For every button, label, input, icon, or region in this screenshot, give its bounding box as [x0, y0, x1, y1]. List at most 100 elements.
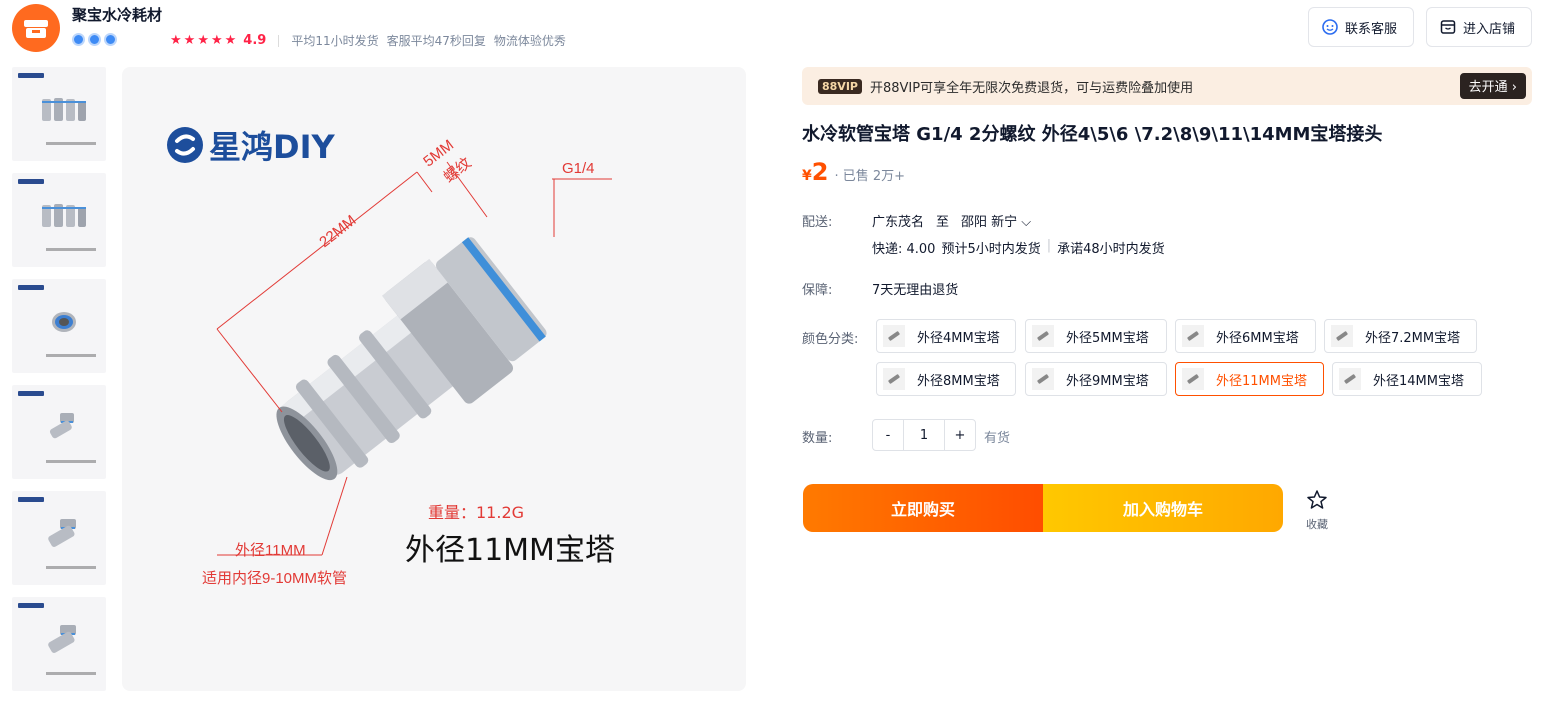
shop-header: 聚宝水冷耗材 ★ ★ ★ ★ ★ 4.9 平均11小时发货 客服平均47秒回复 …: [0, 0, 1546, 58]
ship-promise: 承诺48小时内发货: [1057, 242, 1165, 257]
shop-icon: [1440, 20, 1456, 34]
favorite-button[interactable]: 收藏: [1303, 488, 1331, 532]
sku-thumb: [1331, 325, 1353, 347]
enter-store-button[interactable]: 进入店铺: [1426, 7, 1532, 47]
purchase-actions: 立即购买 加入购物车: [803, 484, 1283, 532]
quantity-stepper: - 1 +: [872, 419, 976, 451]
shop-level-badges: [72, 33, 117, 46]
sku-option-selected[interactable]: 外径11MM宝塔: [1175, 362, 1324, 396]
shipping-route: 广东茂名 至 邵阳 新宁 ⌵: [872, 211, 1031, 230]
thumb-logo: [18, 497, 44, 502]
shipping-label: 配送:: [802, 215, 833, 230]
sku-option[interactable]: 外径14MM宝塔: [1332, 362, 1482, 396]
inner-diameter-label: 适用内径9-10MM软管: [202, 570, 348, 587]
sku-thumb: [1032, 325, 1054, 347]
sku-thumb: [1182, 325, 1204, 347]
quantity-label: 数量:: [802, 431, 833, 446]
sku-thumb: [883, 368, 905, 390]
sku-option[interactable]: 外径6MM宝塔: [1175, 319, 1316, 353]
vip-badge: 88VIP: [818, 78, 862, 94]
shop-name[interactable]: 聚宝水冷耗材: [72, 4, 162, 25]
thumbnail[interactable]: [12, 173, 106, 267]
thumbnail[interactable]: [12, 385, 106, 479]
ship-to-select[interactable]: 邵阳 新宁 ⌵: [961, 211, 1031, 230]
thumbnail[interactable]: [12, 67, 106, 161]
stat-service: 客服平均47秒回复: [386, 34, 486, 48]
sku-option[interactable]: 外径5MM宝塔: [1025, 319, 1167, 353]
star-outline-icon: [1307, 490, 1327, 509]
vip-banner: 88VIP 开88VIP可享全年无限次免费退货，可与运费险叠加使用 去开通 ›: [802, 67, 1532, 105]
sku-option-label: 外径11MM宝塔: [1216, 373, 1307, 389]
divider: [278, 34, 280, 47]
thumb-caption: [46, 354, 96, 357]
rating-score: 4.9: [243, 33, 267, 48]
sku-thumb: [1032, 368, 1054, 390]
thumbnail[interactable]: [12, 597, 106, 691]
add-to-cart-button[interactable]: 加入购物车: [1043, 484, 1283, 532]
quantity-decrease-button[interactable]: -: [873, 420, 903, 450]
thumb-caption: [46, 566, 96, 569]
main-product-image[interactable]: 星鸿DIY 22MM 5MM 螺纹 G1/4 外径11MM 适用内径9-10MM: [122, 67, 746, 691]
thread-type-label: G1/4: [562, 160, 595, 177]
sku-option-label: 外径8MM宝塔: [917, 373, 1000, 389]
sku-option[interactable]: 外径4MM宝塔: [876, 319, 1016, 353]
sku-option[interactable]: 外径8MM宝塔: [876, 362, 1016, 396]
shop-logo[interactable]: [12, 4, 60, 52]
price-currency: ¥: [802, 168, 812, 184]
thumbnail[interactable]: [12, 491, 106, 585]
contact-service-button[interactable]: 联系客服: [1308, 7, 1414, 47]
thumb-logo: [18, 391, 44, 396]
sold-count: · 已售 2万+: [834, 169, 906, 184]
stock-status: 有货: [984, 431, 1011, 446]
star-icon: ★: [210, 32, 223, 48]
thumb-caption: [46, 460, 96, 463]
thumb-caption: [46, 142, 96, 145]
star-icon: ★: [197, 32, 209, 48]
star-icon: ★: [170, 32, 182, 48]
sku-option-label: 外径9MM宝塔: [1066, 373, 1149, 389]
sku-option-label: 外径14MM宝塔: [1373, 373, 1464, 389]
vip-open-button[interactable]: 去开通 ›: [1459, 73, 1526, 99]
sku-thumb: [883, 325, 905, 347]
sku-label: 颜色分类:: [802, 332, 859, 347]
service-icon: [1322, 19, 1338, 35]
outer-diameter-label: 外径11MM: [235, 542, 306, 559]
star-icon: ★: [183, 32, 196, 48]
vip-text: 开88VIP可享全年无限次免费退货，可与运费险叠加使用: [869, 80, 1194, 96]
thumb-fittings-image: [42, 204, 86, 227]
price-value: 2: [811, 158, 829, 186]
ship-from: 广东茂名: [872, 215, 925, 230]
enter-store-label: 进入店铺: [1463, 21, 1516, 37]
sku-option[interactable]: 外径7.2MM宝塔: [1324, 319, 1477, 353]
stat-shipping: 平均11小时发货: [291, 34, 379, 48]
sku-option-label: 外径6MM宝塔: [1216, 330, 1299, 346]
sku-thumb: [1182, 368, 1204, 390]
thumb-fitting-image: [48, 625, 76, 653]
sku-thumb: [1339, 368, 1361, 390]
shipping-details: 快递: 4.00 预计5小时内发货 | 承诺48小时内发货: [872, 238, 1165, 257]
quantity-input[interactable]: 1: [903, 420, 945, 450]
product-title: 水冷软管宝塔 G1/4 2分螺纹 外径4\5\6 \7.2\8\9\11\14M…: [802, 124, 1383, 145]
thumb-caption: [46, 672, 96, 675]
stat-logistics: 物流体验优秀: [493, 34, 566, 48]
thumbnail[interactable]: [12, 279, 106, 373]
guarantee-label: 保障:: [802, 283, 833, 298]
contact-service-label: 联系客服: [1345, 21, 1398, 37]
sku-option[interactable]: 外径9MM宝塔: [1025, 362, 1167, 396]
ship-eta: 预计5小时内发货: [941, 242, 1041, 257]
level-badge-icon: [104, 33, 117, 46]
guarantee-value[interactable]: 7天无理由退货: [872, 279, 958, 298]
model-label: 外径11MM宝塔: [405, 533, 615, 568]
quantity-increase-button[interactable]: +: [945, 420, 975, 450]
express-fee: 快递: 4.00: [872, 242, 936, 257]
store-icon: [24, 20, 48, 38]
sku-option-label: 外径4MM宝塔: [917, 330, 1000, 346]
favorite-label: 收藏: [1306, 518, 1328, 531]
ship-to-word: 至: [936, 215, 950, 230]
thumb-fitting-image: [49, 413, 74, 439]
sku-option-label: 外径7.2MM宝塔: [1365, 330, 1461, 346]
shop-rating: ★ ★ ★ ★ ★ 4.9 平均11小时发货 客服平均47秒回复 物流体验优秀: [170, 32, 566, 49]
buy-now-button[interactable]: 立即购买: [803, 484, 1043, 532]
sku-option-label: 外径5MM宝塔: [1066, 330, 1149, 346]
shop-stats: 平均11小时发货 客服平均47秒回复 物流体验优秀: [291, 32, 566, 49]
